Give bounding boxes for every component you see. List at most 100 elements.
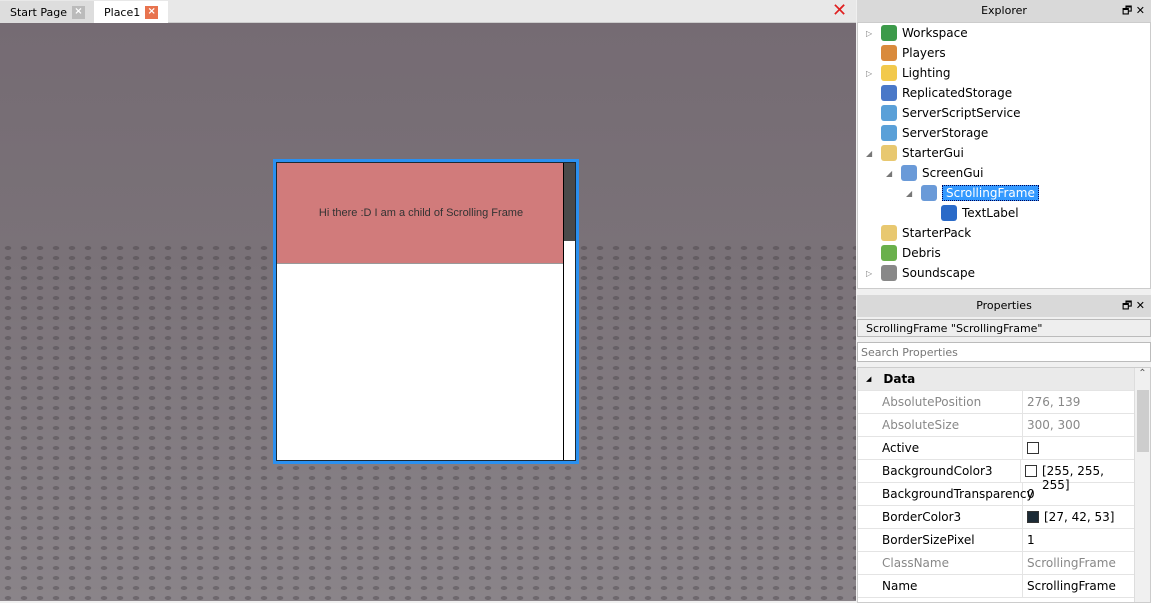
tree-item-label: Lighting [902,66,951,80]
property-name: ClassName [858,552,1023,574]
screengui-icon [901,165,917,181]
property-value[interactable]: ScrollingFrame [1027,579,1116,593]
property-value: 276, 139 [1027,395,1081,409]
property-name: BorderSizePixel [858,529,1023,551]
tree-item-label: ScrollingFrame [942,185,1039,201]
tab-label: Place1 [104,6,141,19]
color-swatch[interactable] [1027,511,1039,523]
properties-panel: Properties 🗗 ✕ ScrollingFrame "Scrolling… [857,295,1151,603]
expand-arrow-icon[interactable]: ▷ [866,269,876,278]
starterpack-icon [881,225,897,241]
category-label: Data [883,372,916,386]
property-row[interactable]: BorderSizePixel 1 [858,529,1134,552]
tree-item-label: StarterPack [902,226,972,240]
tree-item[interactable]: TextLabel [926,203,1019,223]
color-swatch[interactable] [1025,465,1037,477]
property-name: Name [858,575,1023,597]
tree-item[interactable]: ▷ Workspace [866,23,968,43]
property-row[interactable]: BorderColor3 [27, 42, 53] [858,506,1134,529]
scrollbar-thumb[interactable] [1137,390,1149,452]
tree-item[interactable]: ▷ Lighting [866,63,951,83]
soundscape-icon [881,265,897,281]
text-label: Hi there :D I am a child of Scrolling Fr… [277,163,565,264]
scrollbar[interactable] [563,163,575,460]
tree-item-label: TextLabel [962,206,1019,220]
scroll-up-icon[interactable]: ⌃ [1135,368,1150,379]
properties-header: Properties 🗗 ✕ [857,295,1151,317]
workspace-icon [881,25,897,41]
property-row[interactable]: BackgroundColor3 [255, 255, 255] [858,460,1134,492]
tree-item[interactable]: ◢ ScrollingFrame [906,183,1039,203]
expand-arrow-icon[interactable]: ◢ [866,149,876,158]
collapse-arrow-icon[interactable]: ◢ [866,372,871,390]
close-icon[interactable]: ✕ [1136,4,1145,17]
properties-grid: ◢ Data AbsolutePosition 276, 139 AbsoluteSi… [857,367,1151,603]
search-properties-input[interactable]: Search Properties [857,342,1151,362]
debris-icon [881,245,897,261]
property-name: AbsolutePosition [858,391,1023,413]
tree-item[interactable]: ServerStorage [866,123,988,143]
scrolling-frame[interactable]: Hi there :D I am a child of Scrolling Fr… [273,159,579,464]
expand-arrow-icon[interactable]: ◢ [886,169,896,178]
expand-arrow-icon[interactable]: ▷ [866,69,876,78]
replicatedstorage-icon [881,85,897,101]
category-data[interactable]: ◢ Data [858,368,1134,391]
close-icon[interactable]: ✕ [1136,299,1145,312]
property-row[interactable]: ClassName ScrollingFrame [858,552,1134,575]
property-name: BackgroundTransparency [858,483,1034,505]
close-icon[interactable]: × [145,6,159,19]
tree-item[interactable]: StarterPack [866,223,971,243]
document-tabs: Start Page × Place1 × ✕ [0,0,856,23]
property-row[interactable]: AbsoluteSize 300, 300 [858,414,1134,437]
tab-label: Start Page [10,6,67,19]
checkbox[interactable] [1027,442,1039,454]
property-row[interactable]: Active [858,437,1134,460]
explorer-tree: ▷ Workspace Players ▷ Lighting ReplicatedStor… [857,22,1151,289]
scrollbar-thumb[interactable] [564,163,575,241]
close-icon[interactable]: × [72,6,85,19]
explorer-title: Explorer [981,4,1027,17]
tree-item[interactable]: ServerScriptService [866,103,1021,123]
tree-item[interactable]: ◢ ScreenGui [886,163,984,183]
scrollbar[interactable]: ⌃ [1134,368,1150,602]
serverstorage-icon [881,125,897,141]
property-row[interactable]: AbsolutePosition 276, 139 [858,391,1134,414]
tree-item-label: Soundscape [902,266,975,280]
startergui-icon [881,145,897,161]
property-name: Active [858,437,1023,459]
float-icon[interactable]: 🗗 [1122,299,1132,312]
property-value: 300, 300 [1027,418,1081,432]
tree-item[interactable]: ▷ Soundscape [866,263,975,283]
tree-item-label: ServerStorage [902,126,989,140]
explorer-panel: Explorer 🗗 ✕ ▷ Workspace Players ▷ Lighting R… [857,0,1151,289]
tab-place1[interactable]: Place1 × [94,1,169,23]
tree-item[interactable]: ReplicatedStorage [866,83,1012,103]
properties-title: Properties [976,299,1032,312]
close-document-icon[interactable]: ✕ [832,2,847,20]
float-icon[interactable]: 🗗 [1122,4,1132,17]
selected-object-label: ScrollingFrame "ScrollingFrame" [857,319,1151,337]
scrollingframe-icon [921,185,937,201]
property-row[interactable]: Name ScrollingFrame [858,575,1134,598]
3d-viewport[interactable]: Hi there :D I am a child of Scrolling Fr… [0,23,856,601]
property-name: BorderColor3 [858,506,1023,528]
tree-item[interactable]: Debris [866,243,941,263]
explorer-header: Explorer 🗗 ✕ [857,0,1151,22]
tree-item[interactable]: ◢ StarterGui [866,143,964,163]
tree-item-label: ServerScriptService [902,106,1021,120]
lighting-icon [881,65,897,81]
serverscriptservice-icon [881,105,897,121]
property-value[interactable]: [255, 255, 255] [1042,464,1134,492]
property-value[interactable]: [27, 42, 53] [1044,510,1114,524]
property-value[interactable]: 0 [1027,487,1035,501]
tree-item-label: ReplicatedStorage [902,86,1013,100]
expand-arrow-icon[interactable]: ◢ [906,189,916,198]
property-name: BackgroundColor3 [858,460,1022,482]
expand-arrow-icon[interactable]: ▷ [866,29,876,38]
tab-start-page[interactable]: Start Page × [0,1,96,23]
property-value[interactable]: 1 [1027,533,1035,547]
tree-item[interactable]: Players [866,43,946,63]
tree-item-label: ScreenGui [922,166,984,180]
property-name: AbsoluteSize [858,414,1023,436]
property-value: ScrollingFrame [1027,556,1116,570]
